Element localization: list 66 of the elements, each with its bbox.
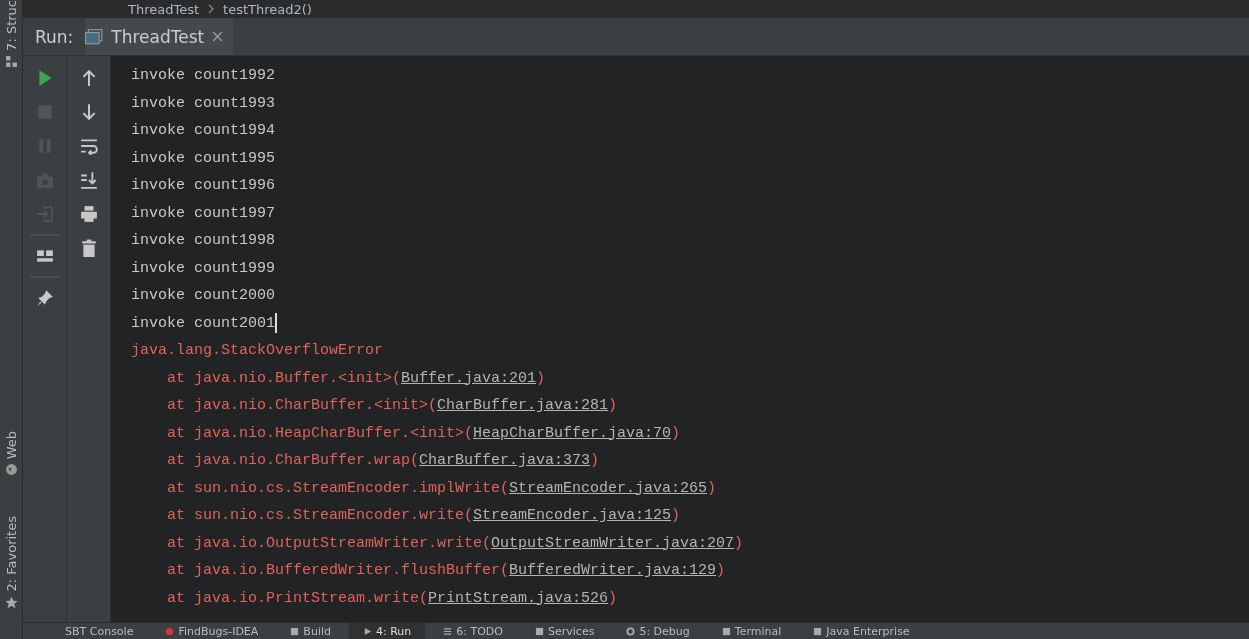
stack-frame-end: ) xyxy=(671,507,681,524)
source-link[interactable]: StreamEncoder.java:125 xyxy=(473,507,672,524)
error-message: java.lang.StackOverflowError xyxy=(131,342,384,359)
tool-window-tab[interactable]: SBT Console xyxy=(51,623,148,639)
console-output: invoke count1998 xyxy=(131,232,276,249)
stack-frame: at java.nio.Buffer.<init>( xyxy=(167,369,402,387)
globe-icon xyxy=(4,463,18,477)
square-icon xyxy=(535,626,544,636)
console-output: invoke count1996 xyxy=(131,177,276,194)
source-link[interactable]: OutputStreamWriter.java:207 xyxy=(491,534,735,552)
close-icon[interactable] xyxy=(212,31,224,42)
tool-window-tab[interactable]: Build xyxy=(276,623,345,639)
stack-frame-end: ) xyxy=(608,589,618,607)
stack-frame-end: ) xyxy=(671,424,681,442)
run-tab[interactable]: ThreadTest xyxy=(85,18,234,55)
source-link[interactable]: StreamEncoder.java:265 xyxy=(509,479,708,497)
source-link[interactable]: BufferedWriter.java:129 xyxy=(509,562,717,579)
chevron-icon xyxy=(207,4,216,14)
breadcrumb-item[interactable]: testThread2() xyxy=(223,1,312,17)
source-link[interactable]: CharBuffer.java:281 xyxy=(437,397,609,414)
tool-window-button[interactable]: Web xyxy=(3,431,19,477)
stack-frame-end: ) xyxy=(707,479,717,497)
structure-icon xyxy=(4,54,18,68)
tool-window-tab[interactable]: 5: Debug xyxy=(612,623,704,639)
console-output: invoke count1993 xyxy=(131,94,276,112)
console-output: invoke count1999 xyxy=(131,259,276,277)
tool-window-tab[interactable]: FindBugs-IDEA xyxy=(151,623,273,639)
tool-window-tab[interactable]: Services xyxy=(521,623,609,639)
stack-frame: at java.io.PrintStream.write( xyxy=(167,589,429,607)
console-output: invoke count2000 xyxy=(131,287,276,304)
stack-frame-end: ) xyxy=(590,452,600,469)
source-link[interactable]: Buffer.java:201 xyxy=(401,369,537,387)
star-icon xyxy=(4,596,18,609)
run-label: Run: xyxy=(34,26,75,47)
console-output: invoke count1994 xyxy=(131,122,276,139)
stack-frame: at java.nio.HeapCharBuffer.<init>( xyxy=(167,424,474,442)
source-link[interactable]: PrintStream.java:526 xyxy=(428,589,609,607)
stack-frame-end: ) xyxy=(608,397,618,414)
stack-frame-end: ) xyxy=(716,562,726,579)
console-output: invoke count1992 xyxy=(131,67,276,84)
square-icon xyxy=(813,626,823,636)
stack-frame-end: ) xyxy=(734,534,744,552)
stack-frame: at sun.nio.cs.StreamEncoder.write( xyxy=(167,507,474,524)
tool-window-tab[interactable]: Terminal xyxy=(707,623,796,639)
square-icon xyxy=(290,626,300,636)
run-icon xyxy=(363,626,372,636)
source-link[interactable]: HeapCharBuffer.java:70 xyxy=(473,424,672,442)
console-output: invoke count1995 xyxy=(131,149,276,167)
breadcrumb-item[interactable]: ThreadTest xyxy=(128,1,200,17)
bug-icon xyxy=(165,626,175,636)
tool-window-button[interactable]: 7: Struc xyxy=(3,0,19,68)
tool-window-tab[interactable]: 4: Run xyxy=(349,623,426,639)
stack-frame: at java.nio.CharBuffer.<init>( xyxy=(167,397,438,414)
source-link[interactable]: CharBuffer.java:373 xyxy=(419,452,591,469)
tool-window-button[interactable]: 2: Favorites xyxy=(3,516,19,609)
tool-window-tab[interactable]: Java Enterprise xyxy=(799,623,924,639)
stack-frame: at java.io.BufferedWriter.flushBuffer( xyxy=(167,562,510,579)
window-icon xyxy=(85,28,104,45)
list-icon xyxy=(443,626,453,636)
stack-frame-end: ) xyxy=(536,369,546,387)
stack-frame: at sun.nio.cs.StreamEncoder.implWrite( xyxy=(167,479,510,497)
stack-frame: at java.nio.CharBuffer.wrap( xyxy=(167,452,420,469)
tool-window-tab[interactable]: 6: TODO xyxy=(429,623,517,639)
console-output: invoke count1997 xyxy=(131,204,276,222)
console-output: invoke count2001 xyxy=(131,314,276,332)
stack-frame: at java.io.OutputStreamWriter.write( xyxy=(167,534,492,552)
